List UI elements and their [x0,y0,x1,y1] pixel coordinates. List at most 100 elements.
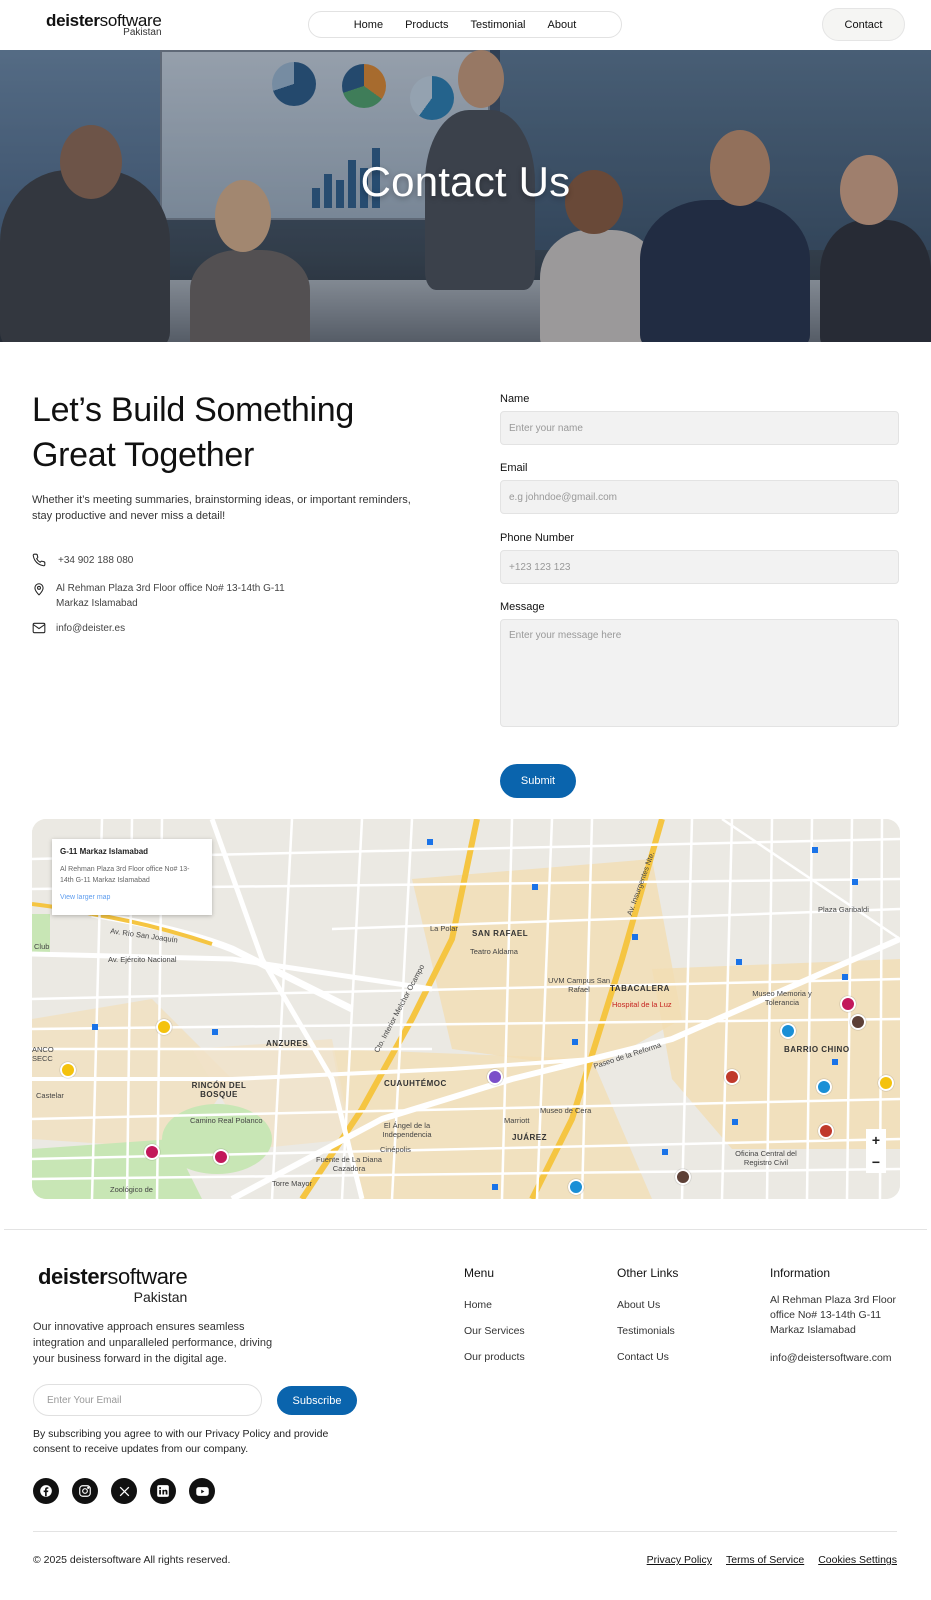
map-label-zoologico: Zoológico de [110,1185,153,1194]
map-poi-pin[interactable] [724,1069,740,1085]
map-poi-pin[interactable] [675,1169,691,1185]
footer-link-home[interactable]: Home [464,1299,492,1311]
newsletter-email-input[interactable] [33,1384,262,1416]
map-label-anzures: ANZURES [266,1039,309,1048]
logo-sub-text: Pakistan [123,27,162,38]
map-poi-pin[interactable] [780,1023,796,1039]
map-embed[interactable]: SAN RAFAEL TABACALERA ANZURES CUAUHTÉMOC… [32,819,900,1199]
map-label-hospital: Hospital de la Luz [612,1000,672,1009]
map-view-larger-link[interactable]: View larger map [60,894,204,901]
footer-link-testimonials[interactable]: Testimonials [617,1325,675,1337]
nav-testimonial[interactable]: Testimonial [470,19,525,31]
map-poi-pin[interactable] [487,1069,503,1085]
map-label-museo-cera: Museo de Cera [540,1106,592,1115]
subscribe-consent-text: By subscribing you agree to with our Pri… [33,1428,329,1455]
footer-link-about[interactable]: About Us [617,1299,660,1311]
hero-banner: Contact Us [0,50,931,342]
mail-icon [32,622,46,634]
contact-address: Al Rehman Plaza 3rd Floor office No# 13-… [56,583,285,609]
footer-link-products[interactable]: Our products [464,1351,525,1363]
linkedin-icon[interactable] [150,1478,176,1504]
nav-home[interactable]: Home [354,19,383,31]
contact-intro: Whether it’s meeting summaries, brainsto… [32,494,411,522]
map-poi-pin[interactable] [818,1123,834,1139]
map-label-fuente: Fuente de La Diana Cazadora [316,1155,382,1173]
message-textarea[interactable] [500,619,899,727]
map-label-plaza-garibaldi: Plaza Garibaldi [818,905,869,914]
phone-icon [32,553,46,567]
map-zoom-in-button[interactable]: + [866,1129,886,1151]
footer-info-title: Information [770,1266,831,1280]
map-poi-pin[interactable] [213,1149,229,1165]
logo[interactable]: deistersoftware Pakistan [46,11,162,38]
privacy-policy-link[interactable]: Privacy Policy [647,1554,712,1566]
footer-other-title: Other Links [617,1266,679,1280]
main-nav: Home Products Testimonial About [308,11,622,38]
contact-email-row: info@deister.es [32,621,125,636]
site-header: deistersoftware Pakistan Home Products T… [0,0,931,50]
footer-link-contact[interactable]: Contact Us [617,1351,669,1363]
instagram-icon[interactable] [72,1478,98,1504]
name-label: Name [500,393,530,405]
contact-phone-row: +34 902 188 080 [32,553,133,568]
phone-label: Phone Number [500,532,574,544]
page-title: Contact Us [360,158,571,205]
map-label-castelar: Castelar [36,1091,64,1100]
youtube-icon[interactable] [189,1478,215,1504]
copyright-text: © 2025 deistersoftware All rights reserv… [33,1554,231,1566]
map-label-camino-real: Camino Real Polanco [190,1116,263,1125]
nav-about[interactable]: About [548,19,577,31]
map-label-anco: ANCO SECC [32,1045,54,1063]
contact-headline: Let’s Build Something Great Together [32,391,354,474]
map-poi-pin[interactable] [156,1019,172,1035]
legal-links: Privacy Policy Terms of Service Cookies … [647,1554,897,1566]
contact-email[interactable]: info@deister.es [56,621,125,636]
footer-info-address: Al Rehman Plaza 3rd Floor office No# 13-… [770,1294,897,1336]
map-card-title: G-11 Markaz Islamabad [60,847,149,856]
location-icon [34,583,44,596]
submit-button[interactable]: Submit [500,764,576,798]
message-label: Message [500,601,545,613]
terms-of-service-link[interactable]: Terms of Service [726,1554,804,1566]
map-label-marriott: Marriott [504,1116,530,1125]
logo-bold-text: deister [46,11,100,30]
phone-input[interactable] [500,550,899,584]
map-poi-pin[interactable] [878,1075,894,1091]
footer-menu-title: Menu [464,1266,495,1280]
map-label-club: Club [34,942,50,951]
map-label-rincon: RINCÓN DEL BOSQUE [191,1081,247,1099]
map-label-oficina: Oficina Central del Registro Civil [735,1149,797,1167]
map-poi-pin[interactable] [568,1179,584,1195]
map-label-cuauhtemoc: CUAUHTÉMOC [384,1079,447,1088]
email-input[interactable] [500,480,899,514]
subscribe-button[interactable]: Subscribe [277,1386,357,1415]
map-poi-pin[interactable] [816,1079,832,1095]
contact-button[interactable]: Contact [822,8,905,41]
footer-logo-light: software [107,1264,188,1289]
x-icon[interactable] [111,1478,137,1504]
map-poi-pin[interactable] [840,996,856,1012]
social-links [33,1478,215,1504]
footer-info-email[interactable]: info@deistersoftware.com [770,1352,892,1364]
map-label-torre-mayor: Torre Mayor [272,1179,313,1188]
email-label: Email [500,462,528,474]
facebook-icon[interactable] [33,1478,59,1504]
map-poi-pin[interactable] [144,1144,160,1160]
map-label-ejercito: Av. Ejército Nacional [108,955,177,964]
footer-logo[interactable]: deistersoftware Pakistan [38,1264,188,1305]
name-input[interactable] [500,411,899,445]
map-label-cinepolis: Cinépolis [380,1145,411,1154]
map-poi-pin[interactable] [850,1014,866,1030]
map-zoom-out-button[interactable]: − [866,1151,886,1173]
map-label-barrio-chino: BARRIO CHINO [784,1045,850,1054]
footer-divider [4,1229,927,1230]
contact-phone: +34 902 188 080 [58,555,134,566]
footer-logo-sub: Pakistan [133,1289,188,1305]
contact-address-row: Al Rehman Plaza 3rd Floor office No# 13-… [32,581,296,611]
cookies-settings-link[interactable]: Cookies Settings [818,1554,897,1566]
map-poi-pin[interactable] [60,1062,76,1078]
map-info-card: G-11 Markaz Islamabad Al Rehman Plaza 3r… [52,839,212,915]
nav-products[interactable]: Products [405,19,448,31]
footer-bottom-divider [33,1531,897,1532]
footer-link-services[interactable]: Our Services [464,1325,525,1337]
